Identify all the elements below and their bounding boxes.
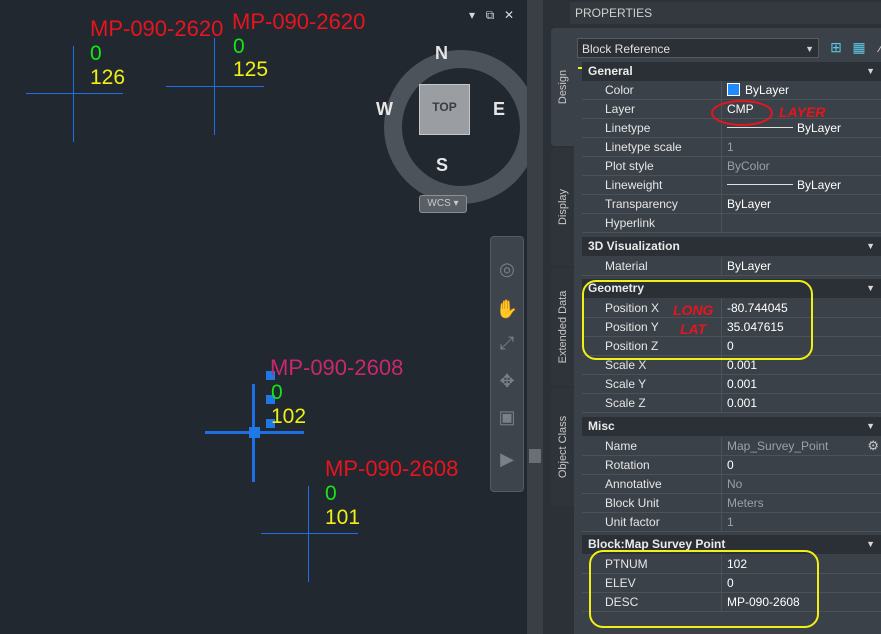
prop-scale-y[interactable]: Scale Y 0.001 bbox=[582, 375, 881, 394]
annotation-lat: LAT bbox=[680, 321, 707, 337]
point-ptnum: 125 bbox=[233, 58, 269, 81]
prop-name[interactable]: Name Map_Survey_Point ⚙ bbox=[582, 437, 881, 456]
annotation-long: LONG bbox=[673, 302, 714, 318]
linetype-preview bbox=[727, 127, 793, 128]
quick-select-icon[interactable]: ▦ bbox=[850, 38, 868, 56]
ucs-menu[interactable]: WCS ▾ bbox=[419, 195, 467, 213]
color-swatch bbox=[727, 83, 740, 96]
point-marker-h bbox=[166, 86, 264, 87]
navigation-bar[interactable]: ◎ ✋ ⤢ ✥ ▣ ▶ bbox=[490, 236, 524, 492]
point-desc: MP-090-2608 bbox=[270, 355, 404, 380]
compass-north[interactable]: N bbox=[435, 43, 448, 64]
tab-design[interactable]: Design bbox=[551, 28, 574, 146]
layer-callout-oval bbox=[711, 100, 773, 126]
tab-object-class[interactable]: Object Class bbox=[551, 388, 574, 506]
geometry-highlight-box bbox=[582, 280, 813, 360]
point-elev: 0 bbox=[233, 35, 245, 58]
compass-south[interactable]: S bbox=[436, 155, 448, 176]
point-elev: 0 bbox=[325, 482, 337, 505]
collapse-icon[interactable]: ▼ bbox=[866, 535, 875, 554]
section-3d-visualization[interactable]: 3D Visualization ▼ bbox=[582, 237, 881, 256]
collapse-icon[interactable]: ▼ bbox=[866, 62, 875, 81]
prop-material[interactable]: Material ByLayer bbox=[582, 257, 881, 276]
palette-splitter[interactable] bbox=[527, 0, 543, 634]
drawing-canvas[interactable]: ▾ ⧉ ✕ MP-090-2620 0 126 MP-090-2620 0 12… bbox=[0, 0, 527, 634]
prop-color[interactable]: Color ByLayer bbox=[582, 81, 881, 100]
block-editor-icon[interactable]: ⚙ bbox=[867, 438, 879, 454]
prop-hyperlink[interactable]: Hyperlink bbox=[582, 214, 881, 233]
point-marker-h bbox=[261, 533, 358, 534]
point-marker-h bbox=[26, 93, 123, 94]
prop-lineweight[interactable]: Lineweight ByLayer bbox=[582, 176, 881, 195]
pan-icon[interactable]: ✋ bbox=[495, 297, 519, 321]
compass-east[interactable]: E bbox=[493, 99, 505, 120]
prop-linetype-scale[interactable]: Linetype scale 1 bbox=[582, 138, 881, 157]
point-marker-v bbox=[73, 46, 74, 142]
tab-display[interactable]: Display bbox=[551, 148, 574, 266]
showmotion-icon[interactable]: ▣ bbox=[495, 405, 519, 429]
collapse-icon[interactable]: ▼ bbox=[866, 237, 875, 256]
prop-block-unit[interactable]: Block Unit Meters bbox=[582, 494, 881, 513]
close-icon[interactable]: ✕ bbox=[502, 8, 516, 22]
lineweight-preview bbox=[727, 184, 793, 185]
point-ptnum: 126 bbox=[90, 66, 126, 89]
splitter-handle[interactable] bbox=[529, 449, 541, 463]
toggle-pickadd-icon[interactable]: ⁄ bbox=[872, 38, 881, 56]
restore-icon[interactable]: ⧉ bbox=[483, 8, 497, 23]
point-ptnum: 101 bbox=[325, 506, 361, 529]
chevron-down-icon: ▼ bbox=[805, 44, 814, 54]
collapse-icon[interactable]: ▼ bbox=[866, 417, 875, 436]
section-misc[interactable]: Misc ▼ bbox=[582, 417, 881, 436]
point-elev: 0 bbox=[90, 42, 102, 65]
compass-west[interactable]: W bbox=[376, 99, 393, 120]
point-marker-v bbox=[308, 486, 309, 582]
prop-scale-z[interactable]: Scale Z 0.001 bbox=[582, 394, 881, 413]
tab-extended-data[interactable]: Extended Data bbox=[551, 268, 574, 386]
point-elev: 0 bbox=[271, 381, 283, 404]
prop-rotation[interactable]: Rotation 0 bbox=[582, 456, 881, 475]
point-desc: MP-090-2608 bbox=[325, 456, 459, 481]
section-general[interactable]: General ▼ bbox=[582, 62, 881, 81]
minimize-icon[interactable]: ▾ bbox=[465, 8, 479, 22]
zoom-extents-icon[interactable]: ⤢ bbox=[495, 331, 519, 355]
attributes-highlight-box bbox=[589, 550, 819, 628]
point-desc: MP-090-2620 bbox=[90, 16, 224, 41]
annotation-layer: LAYER bbox=[779, 104, 826, 120]
point-ptnum: 102 bbox=[271, 405, 307, 428]
insertion-grip[interactable] bbox=[249, 427, 260, 438]
steeringwheel-icon[interactable]: ◎ bbox=[495, 257, 519, 281]
prop-unit-factor[interactable]: Unit factor 1 bbox=[582, 513, 881, 532]
collapse-icon[interactable]: ▼ bbox=[866, 279, 875, 298]
prop-plot-style[interactable]: Plot style ByColor bbox=[582, 157, 881, 176]
palette-tabs: Design Display Extended Data Object Clas… bbox=[551, 28, 574, 634]
palette-title-bar[interactable]: PROPERTIES bbox=[570, 2, 881, 24]
prop-annotative[interactable]: Annotative No bbox=[582, 475, 881, 494]
point-marker-v bbox=[214, 38, 215, 135]
play-icon[interactable]: ▶ bbox=[495, 447, 519, 471]
orbit-icon[interactable]: ✥ bbox=[495, 369, 519, 393]
prop-transparency[interactable]: Transparency ByLayer bbox=[582, 195, 881, 214]
add-to-selection-icon[interactable]: ⊞ bbox=[827, 38, 845, 56]
viewcube-top-face[interactable]: TOP bbox=[419, 84, 470, 135]
point-desc: MP-090-2620 bbox=[232, 9, 366, 34]
object-type-dropdown[interactable]: Block Reference ▼ bbox=[577, 38, 819, 69]
